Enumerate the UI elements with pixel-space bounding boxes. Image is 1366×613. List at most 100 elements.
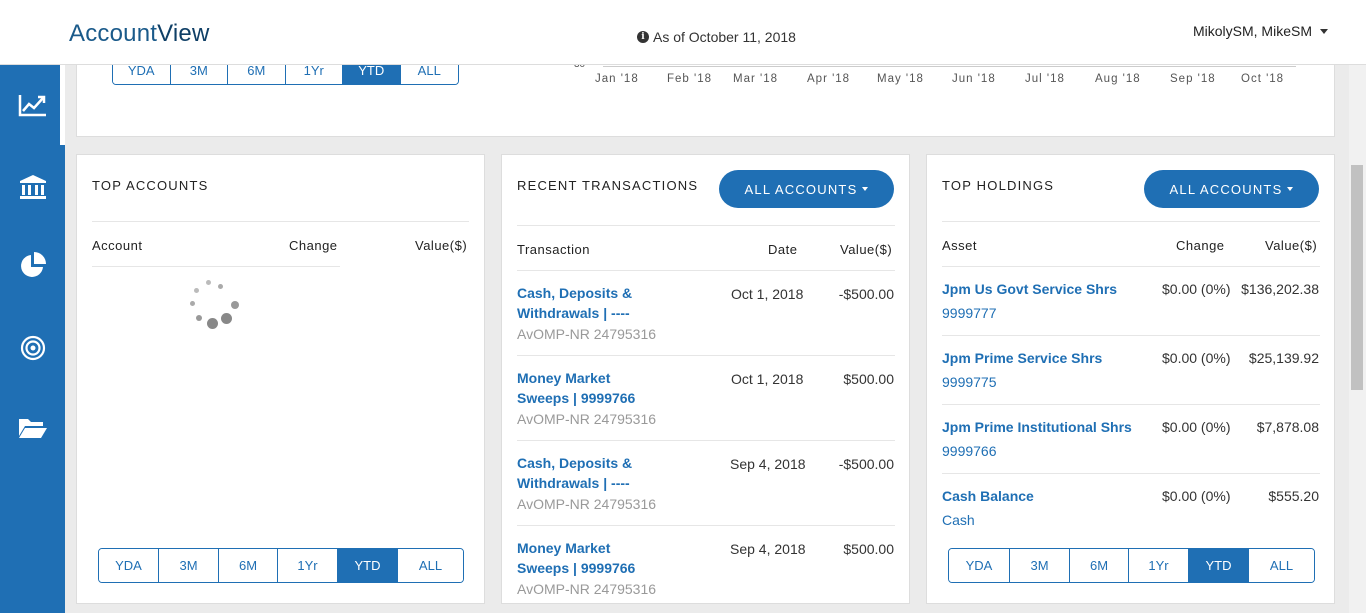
divider (942, 404, 1320, 405)
all-accounts-label: ALL ACCOUNTS (744, 181, 858, 197)
transaction-type-link[interactable]: Cash, Deposits & Withdrawals | ---- (517, 453, 632, 493)
sidebar-item-goals[interactable] (0, 318, 65, 378)
top-accounts-title: TOP ACCOUNTS (92, 178, 209, 193)
chart-x-tick: Apr '18 (807, 73, 851, 85)
chart-x-tick: Sep '18 (1170, 73, 1216, 85)
all-accounts-dropdown[interactable]: ALL ACCOUNTS (1144, 170, 1319, 208)
transaction-account: AvOMP-NR 24795316 (517, 411, 657, 427)
holding-name-link[interactable]: Jpm Us Govt Service Shrs (942, 279, 1117, 299)
transaction-date: Sep 4, 2018 (730, 456, 806, 472)
chart-x-tick: Feb '18 (667, 73, 712, 85)
transaction-line1: Money Market (517, 540, 611, 556)
chart-x-tick: May '18 (877, 73, 924, 85)
transaction-value: $500.00 (843, 541, 894, 557)
transaction-account: AvOMP-NR 24795316 (517, 496, 657, 512)
col-header-value: Value($) (840, 242, 893, 257)
period-ytd-button[interactable]: YTD (1189, 549, 1249, 582)
as-of-label: As of October 11, 2018 (653, 29, 796, 45)
divider (92, 221, 469, 222)
holding-symbol-link[interactable]: 9999777 (942, 305, 997, 321)
col-header-asset: Asset (942, 238, 978, 253)
divider (517, 355, 895, 356)
transaction-value: -$500.00 (838, 286, 894, 302)
transaction-type-link[interactable]: Cash, Deposits & Withdrawals | ---- (517, 283, 632, 323)
period-6m-button[interactable]: 6M (219, 549, 278, 582)
transaction-line1: Money Market (517, 370, 611, 386)
transaction-line2: Sweeps | 9999766 (517, 390, 636, 406)
transaction-line2: Sweeps | 9999766 (517, 560, 636, 576)
transaction-value: -$500.00 (838, 456, 894, 472)
sidebar-item-documents[interactable] (0, 398, 65, 458)
sidebar-item-allocation[interactable] (0, 235, 65, 295)
col-header-value: Value($) (415, 238, 468, 253)
transaction-line2: Withdrawals | ---- (517, 305, 630, 321)
holding-name-link[interactable]: Jpm Prime Service Shrs (942, 348, 1102, 368)
transaction-date: Oct 1, 2018 (731, 286, 804, 302)
recent-transactions-title: RECENT TRANSACTIONS (517, 178, 699, 193)
period-1yr-button[interactable]: 1Yr (1129, 549, 1189, 582)
period-all-button[interactable]: ALL (398, 549, 463, 582)
line-chart-icon (18, 95, 46, 117)
holding-value: $136,202.38 (1241, 281, 1319, 297)
chart-x-tick: Jun '18 (952, 73, 996, 85)
transaction-type-link[interactable]: Money Market Sweeps | 9999766 (517, 368, 635, 408)
period-yda-button[interactable]: YDA (949, 549, 1010, 582)
accounts-period-selector: YDA 3M 6M 1Yr YTD ALL (98, 548, 464, 583)
col-header-change: Change (289, 238, 338, 253)
chart-x-tick: Jan '18 (595, 73, 639, 85)
divider (942, 266, 1320, 267)
period-3m-button[interactable]: 3M (159, 549, 219, 582)
app-logo[interactable]: AccountView (69, 20, 210, 48)
period-all-button[interactable]: ALL (1249, 549, 1314, 582)
holding-value: $555.20 (1268, 488, 1319, 504)
period-3m-button[interactable]: 3M (1010, 549, 1070, 582)
period-6m-button[interactable]: 6M (1070, 549, 1129, 582)
bank-icon (19, 175, 46, 199)
period-yda-button[interactable]: YDA (99, 549, 159, 582)
top-accounts-card: TOP ACCOUNTS Account Change Value($) YDA… (76, 154, 485, 604)
divider (942, 221, 1320, 222)
top-holdings-title: TOP HOLDINGS (942, 178, 1055, 193)
transaction-line1: Cash, Deposits & (517, 285, 633, 301)
col-header-transaction: Transaction (517, 242, 590, 257)
holding-value: $25,139.92 (1248, 350, 1319, 366)
period-1yr-button[interactable]: 1Yr (278, 549, 338, 582)
all-accounts-dropdown[interactable]: ALL ACCOUNTS (719, 170, 894, 208)
top-holdings-card: TOP HOLDINGS ALL ACCOUNTS Asset Change V… (926, 154, 1335, 604)
transaction-date: Oct 1, 2018 (731, 371, 804, 387)
transaction-account: AvOMP-NR 24795316 (517, 326, 657, 342)
transaction-line2: Withdrawals | ---- (517, 475, 630, 491)
holding-change: $0.00 (0%) (1162, 350, 1231, 366)
scrollbar-thumb[interactable] (1351, 165, 1363, 390)
divider (517, 440, 895, 441)
holding-symbol-link[interactable]: 9999766 (942, 443, 997, 459)
col-header-value: Value($) (1265, 238, 1318, 253)
all-accounts-label: ALL ACCOUNTS (1169, 181, 1283, 197)
chart-x-tick: Mar '18 (733, 73, 778, 85)
user-menu[interactable]: MikolySM, MikeSM (1193, 23, 1328, 39)
holding-change: $0.00 (0%) (1162, 419, 1231, 435)
divider (92, 266, 340, 267)
logo-text-account: Account (69, 20, 158, 47)
sidebar-item-performance[interactable] (0, 75, 65, 135)
period-ytd-button[interactable]: YTD (338, 549, 398, 582)
chart-x-tick: Aug '18 (1095, 73, 1141, 85)
holding-name-link[interactable]: Cash Balance (942, 486, 1034, 506)
divider (942, 473, 1320, 474)
logo-text-view: View (157, 20, 210, 47)
as-of-date: i As of October 11, 2018 (637, 29, 796, 45)
divider (517, 270, 895, 271)
holding-symbol-link[interactable]: 9999775 (942, 374, 997, 390)
page-scrollbar[interactable] (1349, 65, 1366, 613)
pie-chart-icon (20, 252, 46, 277)
holdings-period-selector: YDA 3M 6M 1Yr YTD ALL (948, 548, 1315, 583)
target-icon (20, 335, 45, 361)
divider (942, 335, 1320, 336)
holding-name-link[interactable]: Jpm Prime Institutional Shrs (942, 417, 1132, 437)
holding-symbol-link[interactable]: Cash (942, 512, 975, 528)
transaction-type-link[interactable]: Money Market Sweeps | 9999766 (517, 538, 635, 578)
app-header: AccountView i As of October 11, 2018 Mik… (0, 0, 1366, 65)
loading-spinner (189, 277, 244, 332)
sidebar-item-accounts[interactable] (0, 157, 65, 217)
caret-down-icon (1320, 28, 1328, 34)
